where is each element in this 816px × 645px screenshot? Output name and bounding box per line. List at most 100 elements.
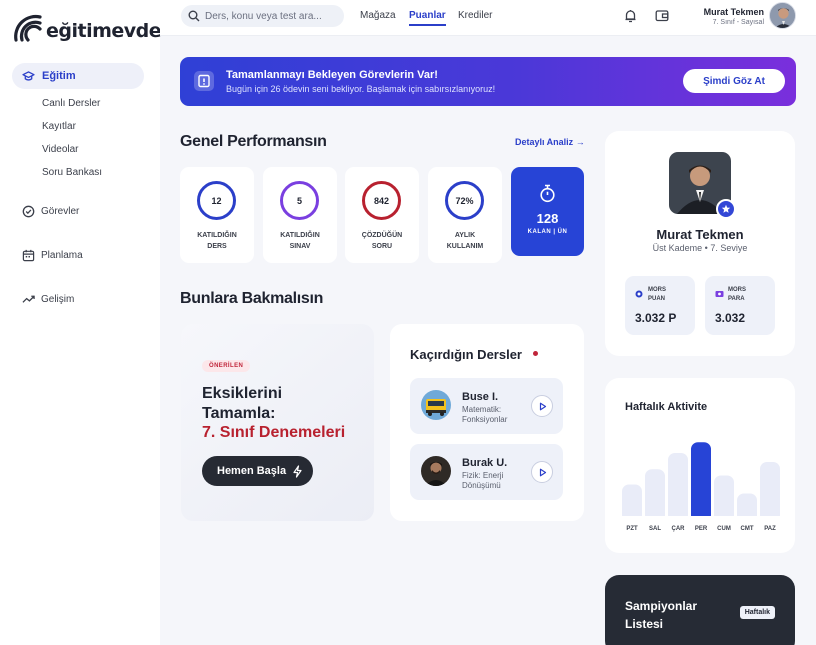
day-label: PER bbox=[694, 526, 708, 532]
user-class: 7. Sınıf - Sayısal bbox=[712, 19, 764, 26]
stat-card-questions[interactable]: 842 ÇÖZDÜĞÜN SORU bbox=[345, 167, 419, 263]
missed-lessons-card: Kaçırdığın Dersler Buse I. Matematik: Fon… bbox=[390, 324, 584, 521]
champions-title: Sampiyonlar Listesi bbox=[625, 599, 698, 631]
search-box[interactable] bbox=[181, 5, 344, 27]
play-icon bbox=[539, 468, 546, 476]
recommended-card: ÖNERİLEN Eksiklerini Tamamla: 7. Sınıf De… bbox=[181, 324, 374, 521]
search-icon bbox=[188, 10, 200, 22]
nav-link-puanlar[interactable]: Puanlar bbox=[409, 10, 446, 26]
activity-bar-4[interactable] bbox=[691, 442, 711, 516]
day-label: PAZ bbox=[764, 526, 776, 532]
missed-lesson-item[interactable]: Burak U. Fizik: Enerji Dönüşümü bbox=[410, 444, 563, 500]
sidebar-subitem-soru-bankasi[interactable]: Soru Bankası bbox=[42, 167, 102, 178]
stat-card-remaining[interactable]: 128 KALAN | ÜN bbox=[511, 167, 584, 256]
activity-bar-3[interactable] bbox=[668, 453, 688, 516]
day-label: ÇAR bbox=[671, 526, 685, 532]
graduation-cap-icon bbox=[22, 70, 35, 81]
trend-up-icon bbox=[22, 295, 35, 303]
activity-bar-1[interactable] bbox=[622, 484, 642, 517]
activity-bar-5[interactable] bbox=[714, 475, 734, 517]
champions-card: Sampiyonlar Listesi Haftalık bbox=[605, 575, 795, 645]
activity-bar-6[interactable] bbox=[737, 493, 757, 517]
remaining-value: 128 bbox=[536, 211, 559, 226]
banner-title: Tamamlanmayı Bekleyen Görevlerin Var! bbox=[226, 69, 438, 81]
coin-icon bbox=[635, 290, 643, 298]
day-label: PZT bbox=[626, 526, 638, 532]
stat-label: ÇÖZDÜĞÜN SORU bbox=[361, 232, 403, 250]
notification-dot bbox=[533, 351, 538, 356]
mors-points-card[interactable]: MORS PUAN 3.032 P bbox=[625, 276, 695, 335]
star-badge-icon bbox=[716, 199, 736, 219]
stat-card-exams[interactable]: 5 KATILDIĞIN SINAV bbox=[263, 167, 337, 263]
signal-logo-icon bbox=[14, 14, 42, 42]
bell-icon[interactable] bbox=[624, 9, 637, 23]
wallet-icon[interactable] bbox=[655, 9, 669, 22]
check-circle-icon bbox=[22, 205, 35, 218]
stat-ring: 12 bbox=[197, 181, 236, 220]
sidebar-item-label: Görevler bbox=[41, 206, 80, 217]
logo[interactable]: eğitimevde bbox=[10, 12, 162, 42]
play-icon bbox=[539, 402, 546, 410]
sidebar-subitem-canli-dersler[interactable]: Canlı Dersler bbox=[42, 98, 100, 109]
recommended-heading: Eksiklerini Tamamla: bbox=[202, 385, 283, 422]
stat-card-lessons[interactable]: 12 KATILDIĞIN DERS bbox=[180, 167, 254, 263]
play-button[interactable] bbox=[531, 395, 553, 417]
profile-name: Murat Tekmen bbox=[656, 227, 744, 242]
recommended-highlight: 7. Sınıf Denemeleri bbox=[202, 424, 346, 441]
sidebar-item-planlama[interactable]: Planlama bbox=[22, 249, 83, 262]
day-label: CMT bbox=[740, 526, 754, 532]
teacher-name: Burak U. bbox=[462, 457, 508, 469]
user-name: Murat Tekmen bbox=[703, 7, 764, 17]
sidebar-item-label: Eğitim bbox=[42, 70, 76, 82]
day-label: CUM bbox=[717, 526, 731, 532]
lesson-subject: Matematik: Fonksiyonlar bbox=[462, 405, 508, 424]
day-label: SAL bbox=[649, 526, 661, 532]
weekly-activity-card: Haftalık Aktivite PZT SAL ÇAR PER CUM CMT PAZ bbox=[605, 378, 795, 553]
alert-icon bbox=[194, 71, 214, 91]
weekly-filter-button[interactable]: Haftalık bbox=[739, 606, 775, 619]
sidebar-item-egitim[interactable]: Eğitim bbox=[12, 63, 144, 89]
sidebar-subitem-videolar[interactable]: Videolar bbox=[42, 144, 79, 155]
stat-ring: 842 bbox=[362, 181, 401, 220]
teacher-name: Buse I. bbox=[462, 391, 499, 403]
sidebar-subitem-kayitlar[interactable]: Kayıtlar bbox=[42, 121, 76, 132]
user-avatar-image bbox=[770, 3, 795, 28]
activity-bar-2[interactable] bbox=[645, 469, 665, 516]
nav-link-magaza[interactable]: Mağaza bbox=[360, 10, 396, 21]
stat-label: AYLIK KULLANIM bbox=[446, 232, 484, 250]
stat-label: KATILDIĞIN SINAV bbox=[280, 232, 320, 250]
missed-lessons-title: Kaçırdığın Dersler bbox=[410, 347, 522, 362]
profile-card: Murat Tekmen Üst Kademe • 7. Seviye MORS… bbox=[605, 131, 795, 356]
sidebar-item-gelisim[interactable]: Gelişim bbox=[22, 293, 74, 306]
mors-points-value: 3.032 P bbox=[635, 311, 677, 325]
activity-bar-7[interactable] bbox=[760, 462, 780, 516]
teacher-avatar bbox=[421, 390, 451, 420]
stat-label: KATILDIĞIN DERS bbox=[197, 232, 237, 250]
lightning-icon bbox=[293, 464, 302, 478]
search-input[interactable] bbox=[205, 10, 335, 22]
nav-link-krediler[interactable]: Krediler bbox=[458, 10, 492, 21]
start-now-button[interactable]: Hemen Başla bbox=[202, 456, 313, 486]
view-now-button[interactable]: Şimdi Göz At bbox=[683, 69, 785, 93]
calendar-icon bbox=[22, 249, 35, 262]
avatar[interactable] bbox=[769, 2, 796, 29]
weekly-activity-title: Haftalık Aktivite bbox=[625, 401, 708, 413]
performance-title: Genel Performansın bbox=[180, 133, 327, 150]
stat-ring: 5 bbox=[280, 181, 319, 220]
detailed-analysis-link[interactable]: Detaylı Analiz → bbox=[515, 137, 585, 147]
sidebar-item-gorevler[interactable]: Görevler bbox=[22, 205, 79, 218]
missed-lesson-item[interactable]: Buse I. Matematik: Fonksiyonlar bbox=[410, 378, 563, 434]
stat-card-usage[interactable]: 72% AYLIK KULLANIM bbox=[428, 167, 502, 263]
recommended-badge: ÖNERİLEN bbox=[202, 360, 251, 372]
mors-money-card[interactable]: MORS PARA 3.032 bbox=[705, 276, 775, 335]
banner-subtitle: Bugün için 26 ödevin seni bekliyor. Başl… bbox=[226, 84, 496, 94]
play-button[interactable] bbox=[531, 461, 553, 483]
sidebar-item-label: Planlama bbox=[41, 250, 83, 261]
lesson-subject: Fizik: Enerji Dönüşümü bbox=[462, 471, 504, 490]
arrow-right-icon: → bbox=[575, 137, 585, 147]
mini-label: MORS PARA bbox=[728, 287, 746, 302]
sidebar-item-label: Gelişim bbox=[41, 294, 75, 305]
user-info: Murat Tekmen 7. Sınıf - Sayısal bbox=[704, 7, 764, 26]
logo-text: eğitimevde bbox=[46, 20, 162, 42]
stopwatch-icon bbox=[540, 184, 555, 203]
